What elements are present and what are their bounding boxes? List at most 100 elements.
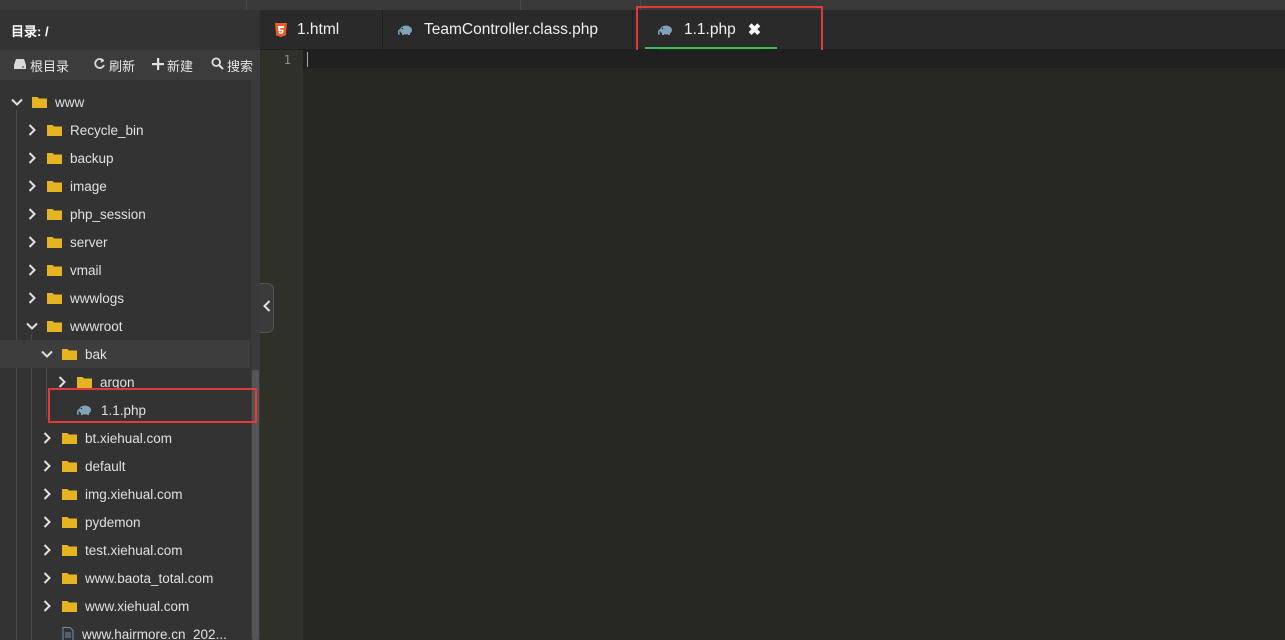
chevron-down-icon[interactable] bbox=[25, 319, 39, 333]
tree-item-label: php_session bbox=[70, 206, 146, 222]
tree-folder-item[interactable]: vmail bbox=[0, 256, 250, 284]
folder-icon bbox=[32, 96, 47, 108]
tree-item-label: www.baota_total.com bbox=[85, 570, 214, 586]
top-strip-divider bbox=[640, 0, 641, 10]
chevron-right-icon[interactable] bbox=[25, 123, 39, 137]
chevron-right-icon[interactable] bbox=[40, 599, 54, 613]
root-directory-button[interactable]: 根目录 bbox=[13, 56, 69, 75]
folder-icon bbox=[47, 180, 62, 192]
folder-icon bbox=[62, 488, 77, 500]
php-elephant-icon bbox=[658, 24, 674, 36]
tree-item-label: img.xiehual.com bbox=[85, 486, 183, 502]
folder-icon bbox=[62, 572, 77, 584]
folder-icon bbox=[62, 432, 77, 444]
chevron-right-icon[interactable] bbox=[25, 235, 39, 249]
code-editor[interactable]: 1 bbox=[260, 50, 1285, 640]
tab-label: 1.1.php bbox=[684, 21, 736, 38]
collapse-sidebar-button[interactable] bbox=[260, 283, 274, 333]
folder-icon bbox=[47, 124, 62, 136]
tree-item-label: image bbox=[70, 178, 107, 194]
tree-folder-item[interactable]: wwwroot bbox=[0, 312, 250, 340]
chevron-right-icon[interactable] bbox=[40, 431, 54, 445]
tree-item-label: wwwroot bbox=[70, 318, 123, 334]
tree-folder-item[interactable]: image bbox=[0, 172, 250, 200]
tree-folder-item[interactable]: server bbox=[0, 228, 250, 256]
folder-icon bbox=[62, 516, 77, 528]
tree-item-label: www.hairmore.cn_202... bbox=[82, 626, 227, 640]
refresh-icon bbox=[93, 57, 109, 73]
current-directory-label: 目录: / bbox=[0, 10, 260, 50]
editor-tab-bar: 1.html TeamController.class.php 1.1.php … bbox=[260, 10, 1285, 50]
line-number-gutter: 1 bbox=[260, 50, 303, 640]
tree-folder-item[interactable]: img.xiehual.com bbox=[0, 480, 250, 508]
php-elephant-icon bbox=[398, 24, 414, 36]
tree-folder-item[interactable]: pydemon bbox=[0, 508, 250, 536]
tree-item-label: pydemon bbox=[85, 514, 141, 530]
tree-folder-item[interactable]: default bbox=[0, 452, 250, 480]
tree-folder-item[interactable]: backup bbox=[0, 144, 250, 172]
chevron-right-icon[interactable] bbox=[25, 151, 39, 165]
tree-folder-item[interactable]: argon bbox=[0, 368, 250, 396]
file-tree: www Recycle_binbackup image php_sessionserv… bbox=[0, 88, 250, 640]
chevron-right-icon[interactable] bbox=[25, 207, 39, 221]
tab-1-1-php[interactable]: 1.1.php ✖ bbox=[658, 10, 762, 50]
tree-folder-item[interactable]: Recycle_bin bbox=[0, 116, 250, 144]
folder-icon bbox=[47, 292, 62, 304]
tab-teamcontroller[interactable]: TeamController.class.php bbox=[398, 10, 598, 50]
tree-folder-item[interactable]: www.baota_total.com bbox=[0, 564, 250, 592]
tree-folder-item[interactable]: wwwlogs bbox=[0, 284, 250, 312]
chevron-right-icon[interactable] bbox=[40, 487, 54, 501]
new-button[interactable]: 新建 bbox=[152, 56, 193, 75]
tree-folder-item[interactable]: www.xiehual.com bbox=[0, 592, 250, 620]
tree-item-label: vmail bbox=[70, 262, 102, 278]
refresh-label: 刷新 bbox=[109, 58, 136, 74]
folder-icon bbox=[47, 236, 62, 248]
explorer-toolbar: 根目录 刷新 新建 搜索 bbox=[0, 50, 260, 80]
tree-file-item[interactable]: 1.1.php bbox=[0, 396, 250, 424]
chevron-right-icon[interactable] bbox=[40, 543, 54, 557]
file-explorer-sidebar: 目录: / 根目录 刷新 新建 搜索 www Recycle_bin backu… bbox=[0, 10, 260, 640]
folder-icon bbox=[62, 544, 77, 556]
folder-icon bbox=[62, 600, 77, 612]
tree-item-label: 1.1.php bbox=[101, 402, 147, 418]
sidebar-scrollbar[interactable] bbox=[251, 80, 260, 640]
search-label: 搜索 bbox=[227, 58, 254, 74]
root-directory-label: 根目录 bbox=[30, 58, 70, 74]
active-line-highlight bbox=[303, 50, 1285, 68]
chevron-right-icon[interactable] bbox=[40, 515, 54, 529]
tree-item-label: bt.xiehual.com bbox=[85, 430, 173, 446]
chevron-right-icon[interactable] bbox=[25, 291, 39, 305]
chevron-right-icon[interactable] bbox=[25, 179, 39, 193]
refresh-button[interactable]: 刷新 bbox=[93, 56, 135, 75]
folder-icon bbox=[47, 264, 62, 276]
folder-icon bbox=[62, 460, 77, 472]
tree-folder-item[interactable]: bt.xiehual.com bbox=[0, 424, 250, 452]
tab-label: TeamController.class.php bbox=[424, 21, 599, 38]
folder-icon bbox=[77, 376, 92, 388]
chevron-right-icon[interactable] bbox=[40, 459, 54, 473]
sidebar-scrollbar-thumb[interactable] bbox=[252, 370, 259, 640]
chevron-right-icon[interactable] bbox=[55, 375, 69, 389]
tree-item-label: wwwlogs bbox=[70, 290, 125, 306]
tree-folder-item[interactable]: php_session bbox=[0, 200, 250, 228]
search-button[interactable]: 搜索 bbox=[211, 56, 253, 75]
chevron-right-icon[interactable] bbox=[25, 263, 39, 277]
tree-folder-item[interactable]: test.xiehual.com bbox=[0, 536, 250, 564]
folder-icon bbox=[47, 208, 62, 220]
folder-icon bbox=[47, 320, 62, 332]
chevron-down-icon[interactable] bbox=[10, 95, 24, 109]
tree-item-label: Recycle_bin bbox=[70, 122, 144, 138]
close-tab-icon[interactable]: ✖ bbox=[748, 20, 761, 40]
tree-file-item[interactable]: www.hairmore.cn_202... bbox=[0, 620, 250, 640]
tree-folder-item[interactable]: bak bbox=[0, 340, 250, 368]
active-tab-indicator bbox=[645, 47, 777, 49]
drive-icon bbox=[13, 58, 30, 73]
chevron-right-icon[interactable] bbox=[40, 571, 54, 585]
chevron-down-icon[interactable] bbox=[40, 347, 54, 361]
tab-1-html[interactable]: 1.html bbox=[275, 10, 339, 50]
top-strip-divider bbox=[246, 0, 247, 10]
tree-folder-item[interactable]: www bbox=[0, 88, 250, 116]
plus-icon bbox=[152, 57, 167, 73]
folder-icon bbox=[47, 152, 62, 164]
tree-item-label: backup bbox=[70, 150, 114, 166]
